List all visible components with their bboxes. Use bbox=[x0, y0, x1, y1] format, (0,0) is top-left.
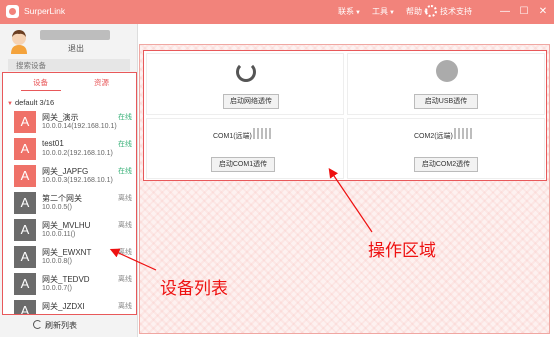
app-window: SurperLink 联系▼ 工具▼ 帮助▼ 技术支持 — ☐ ✕ 退出 设备 … bbox=[0, 0, 554, 337]
annotation-device-list: 设备列表 bbox=[160, 279, 228, 299]
annotation-operation-area: 操作区域 bbox=[368, 241, 436, 261]
annotation-arrow-operation bbox=[328, 168, 373, 233]
annotation-arrow-devices bbox=[109, 248, 157, 271]
annotation-arrows bbox=[109, 168, 373, 271]
